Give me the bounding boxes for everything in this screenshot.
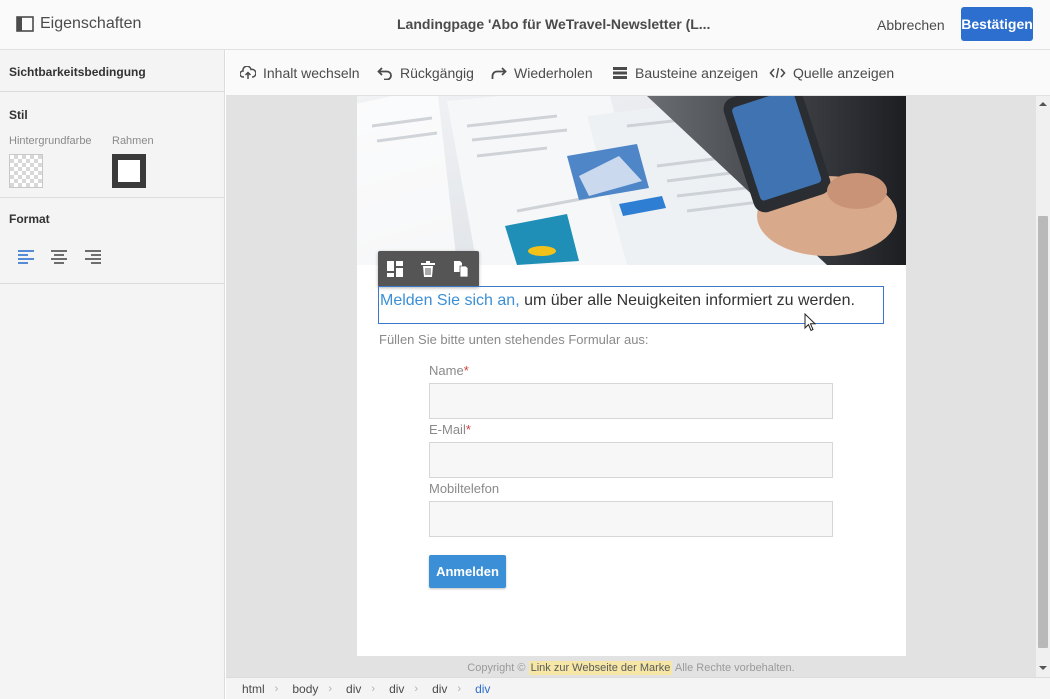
subscribe-button[interactable]: Anmelden [429, 555, 506, 588]
copyright-text: Copyright © [467, 662, 526, 674]
undo-button[interactable]: Rückgängig [377, 63, 474, 83]
duplicate-icon[interactable] [452, 260, 470, 278]
scroll-down-arrow-icon[interactable] [1039, 664, 1047, 672]
headline-text: um über alle Neuigkeiten informiert zu w… [519, 292, 855, 309]
footer: Copyright © Link zur Webseite der Marke … [226, 661, 1036, 675]
scroll-up-arrow-icon[interactable] [1039, 100, 1047, 108]
headline[interactable]: Melden Sie sich an, um über alle Neuigke… [379, 292, 855, 310]
breadcrumb-item[interactable]: div [346, 682, 361, 696]
properties-panel: Sichtbarkeitsbedingung Stil Hintergrundf… [0, 50, 225, 699]
trash-icon[interactable] [419, 260, 437, 278]
redo-icon [491, 67, 507, 79]
name-label: Name* [429, 363, 469, 378]
cloud-upload-icon [240, 66, 256, 79]
document-title: Landingpage 'Abo für WeTravel-Newsletter… [397, 16, 711, 32]
rights-text: Alle Rechte vorbehalten. [674, 662, 795, 674]
panel-title: Eigenschaften [40, 15, 142, 32]
align-right-icon[interactable] [82, 246, 104, 268]
visibility-condition-label: Sichtbarkeitsbedingung [9, 65, 146, 79]
header-bar: Eigenschaften Landingpage 'Abo für WeTra… [0, 0, 1050, 50]
brand-website-link[interactable]: Link zur Webseite der Marke [528, 661, 673, 675]
headline-link[interactable]: Melden Sie sich an, [380, 292, 520, 309]
switch-content-button[interactable]: Inhalt wechseln [240, 63, 360, 83]
align-center-icon[interactable] [48, 246, 70, 268]
switch-content-label: Inhalt wechseln [263, 65, 360, 81]
visibility-condition-section[interactable]: Sichtbarkeitsbedingung [0, 50, 224, 92]
list-icon [613, 67, 627, 79]
show-blocks-label: Bausteine anzeigen [635, 65, 758, 81]
breadcrumb-separator: › [274, 682, 279, 695]
scrollbar-thumb[interactable] [1038, 216, 1048, 648]
breadcrumb-separator: › [457, 682, 462, 695]
style-section: Stil Hintergrundfarbe Rahmen [0, 92, 224, 198]
breadcrumb-separator: › [414, 682, 419, 695]
email-label: E-Mail* [429, 422, 471, 437]
vertical-scrollbar[interactable] [1036, 96, 1050, 677]
breadcrumb-separator: › [371, 682, 376, 695]
layout-icon[interactable] [386, 260, 404, 278]
editor-canvas: Melden Sie sich an, um über alle Neuigke… [226, 96, 1036, 677]
mobile-label: Mobiltelefon [429, 481, 500, 496]
show-source-button[interactable]: Quelle anzeigen [769, 63, 894, 83]
breadcrumb-item[interactable]: html [242, 682, 265, 696]
undo-icon [377, 67, 392, 80]
email-input[interactable] [429, 442, 833, 478]
background-color-swatch[interactable] [9, 154, 43, 188]
redo-label: Wiederholen [514, 65, 593, 81]
code-icon [769, 67, 786, 79]
redo-button[interactable]: Wiederholen [490, 63, 593, 83]
breadcrumb-item[interactable]: div [432, 682, 447, 696]
name-input[interactable] [429, 383, 833, 419]
hero-illustration [357, 96, 906, 265]
email-body: Melden Sie sich an, um über alle Neuigke… [357, 96, 906, 656]
format-title: Format [9, 212, 50, 226]
breadcrumb-item[interactable]: div [389, 682, 404, 696]
confirm-button[interactable]: Bestätigen [961, 7, 1033, 41]
mobile-input[interactable] [429, 501, 833, 537]
form-instruction: Füllen Sie bitte unten stehendes Formula… [379, 332, 649, 347]
mouse-cursor-icon [804, 313, 817, 332]
block-action-toolbar [378, 251, 479, 287]
breadcrumb-item[interactable]: body [292, 682, 318, 696]
editor-toolbar: Inhalt wechseln Rückgängig Wiederholen B… [226, 50, 1050, 96]
show-blocks-button[interactable]: Bausteine anzeigen [612, 63, 758, 83]
background-color-label: Hintergrundfarbe [9, 135, 92, 147]
align-left-icon[interactable] [15, 246, 37, 268]
hero-image [357, 96, 906, 265]
cancel-button[interactable]: Abbrechen [868, 9, 954, 41]
panel-toggle-icon[interactable] [16, 16, 34, 32]
breadcrumb-item-active[interactable]: div [475, 682, 490, 696]
style-title: Stil [9, 108, 28, 122]
format-section: Format [0, 198, 224, 284]
border-label: Rahmen [112, 135, 154, 147]
undo-label: Rückgängig [400, 65, 474, 81]
element-breadcrumb: html › body › div › div › div › div [226, 677, 1050, 699]
breadcrumb-separator: › [328, 682, 333, 695]
border-swatch[interactable] [112, 154, 146, 188]
show-source-label: Quelle anzeigen [793, 65, 895, 81]
